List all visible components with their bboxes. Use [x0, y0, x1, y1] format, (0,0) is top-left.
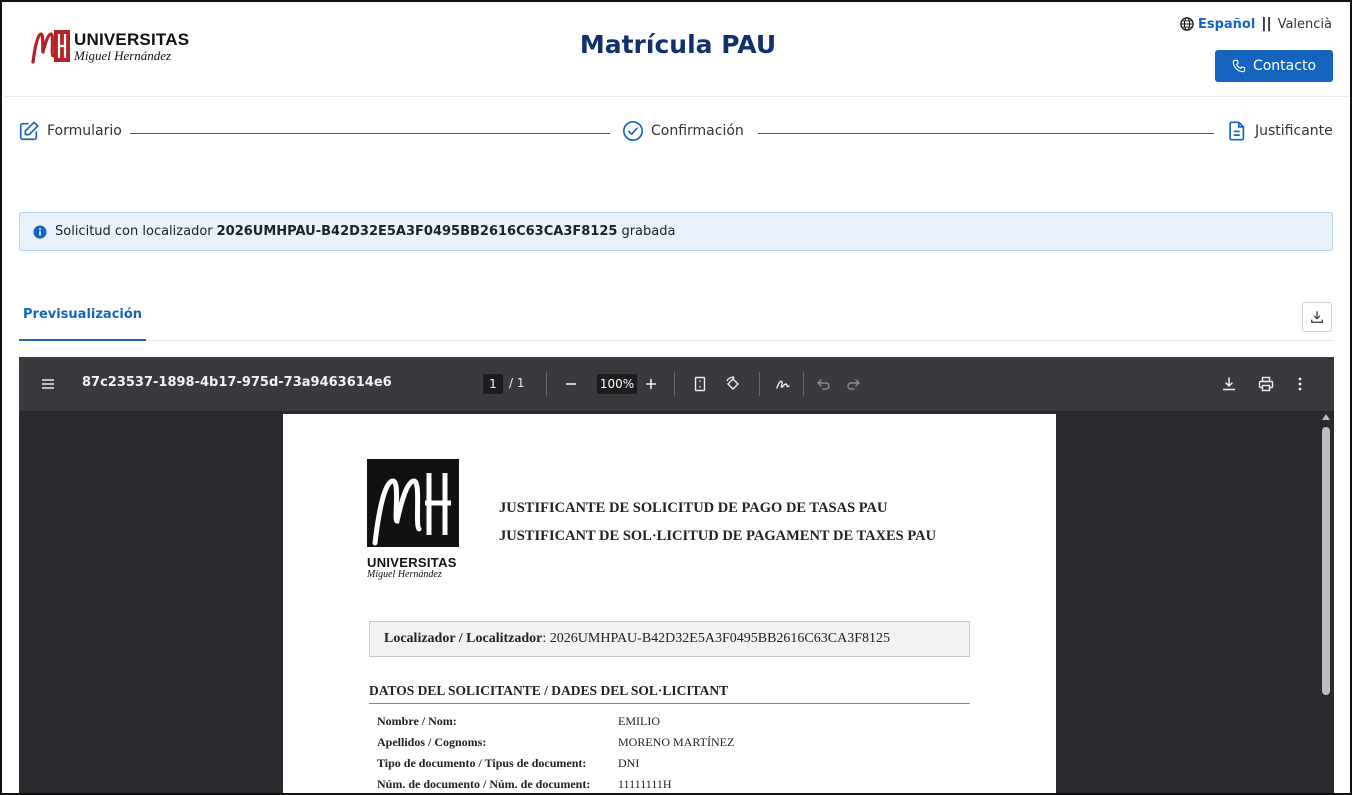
- plus-icon: [646, 379, 656, 389]
- pdf-heading-va: JUSTIFICANT DE SOL·LICITUD DE PAGAMENT D…: [499, 528, 937, 544]
- pdf-toolbar: 87c23537-1898-4b17-975d-73a9463614e6 1 /…: [19, 357, 1334, 411]
- scroll-up-arrow-icon[interactable]: [1322, 414, 1330, 420]
- alert-locator: 2026UMHPAU-B42D32E5A3F0495BB2616C63CA3F8…: [216, 224, 618, 239]
- draw-button[interactable]: [775, 376, 791, 392]
- pdf-field-row: Núm. de documento / Núm. de document: 11…: [377, 777, 977, 793]
- pdf-field-row: Tipo de documento / Tipus de document: D…: [377, 756, 977, 777]
- info-icon: [33, 224, 47, 239]
- edit-icon: [19, 121, 39, 141]
- pdf-scrollbar[interactable]: [1318, 411, 1334, 793]
- lang-espanol-link[interactable]: Español: [1198, 17, 1255, 32]
- step-justificante-label: Justificante: [1255, 123, 1333, 139]
- fit-page-button[interactable]: [692, 376, 708, 392]
- pdf-field-value: EMILIO: [618, 714, 660, 728]
- draw-signature-icon: [776, 380, 790, 389]
- toolbar-divider: [803, 372, 804, 396]
- pdf-field-label: Nombre / Nom:: [377, 714, 457, 728]
- contact-button[interactable]: Contacto: [1215, 50, 1333, 82]
- progress-stepper: Formulario Confirmación Justificante: [18, 120, 1334, 148]
- more-vertical-icon: [1298, 377, 1302, 391]
- more-options-button[interactable]: [1292, 376, 1308, 392]
- undo-icon: [817, 379, 830, 390]
- pdf-field-value: MORENO MARTÍNEZ: [618, 735, 735, 749]
- minus-icon: [566, 383, 576, 385]
- pdf-locator-box: Localizador / Localitzador: 2026UMHPAU-B…: [369, 621, 970, 657]
- success-alert: Solicitud con localizador 2026UMHPAU-B42…: [19, 212, 1333, 251]
- scroll-thumb[interactable]: [1322, 427, 1330, 695]
- toolbar-divider: [546, 372, 547, 396]
- zoom-in-button[interactable]: [643, 376, 659, 392]
- pdf-field-label: Núm. de documento / Núm. de document:: [377, 777, 591, 791]
- pdf-field-label: Tipo de documento / Tipus de document:: [377, 756, 587, 770]
- undo-button[interactable]: [816, 376, 832, 392]
- app-frame: UNIVERSITAS Miguel Hernández Matrícula P…: [0, 0, 1352, 795]
- step-formulario: Formulario: [18, 120, 122, 142]
- pdf-section-title: DATOS DEL SOLICITANTE / DADES DEL SOL·LI…: [369, 683, 970, 704]
- alert-suffix: grabada: [621, 224, 676, 239]
- pdf-locator-label: Localizador / Localitzador: [384, 631, 543, 646]
- step-justificante: Justificante: [1226, 120, 1333, 142]
- print-button[interactable]: [1258, 376, 1274, 392]
- step-confirmacion-label: Confirmación: [651, 123, 744, 139]
- lang-separator: ||: [1261, 16, 1272, 32]
- check-circle-icon: [623, 121, 643, 141]
- download-button[interactable]: [1302, 302, 1332, 332]
- fit-page-icon: [694, 376, 706, 392]
- page-number-input[interactable]: 1: [483, 374, 503, 394]
- header: UNIVERSITAS Miguel Hernández Matrícula P…: [4, 4, 1350, 97]
- pdf-download-button[interactable]: [1221, 376, 1237, 392]
- stepper-line-2: [758, 133, 1214, 134]
- contact-button-label: Contacto: [1252, 58, 1317, 74]
- pdf-logo-line1: UNIVERSITAS: [367, 555, 457, 570]
- pdf-applicant-fields: Nombre / Nom: EMILIO Apellidos / Cognoms…: [377, 714, 977, 793]
- pdf-field-row: Apellidos / Cognoms: MORENO MARTÍNEZ: [377, 735, 977, 756]
- pdf-heading-es: JUSTIFICANTE DE SOLICITUD DE PAGO DE TAS…: [499, 500, 888, 516]
- pdf-umh-logo: UNIVERSITAS Miguel Hernández: [367, 459, 459, 580]
- pdf-filename: 87c23537-1898-4b17-975d-73a9463614e6: [82, 375, 392, 390]
- stepper-line-1: [130, 133, 610, 134]
- redo-icon: [847, 379, 860, 390]
- umh-logo-mark-icon: [367, 459, 459, 547]
- step-formulario-label: Formulario: [47, 123, 122, 139]
- pdf-page: UNIVERSITAS Miguel Hernández JUSTIFICANT…: [283, 414, 1056, 793]
- download-icon: [1223, 377, 1235, 391]
- pdf-locator-value: : 2026UMHPAU-B42D32E5A3F0495BB2616C63CA3…: [542, 631, 890, 646]
- print-icon: [1258, 376, 1274, 392]
- page-total: / 1: [509, 376, 525, 390]
- document-icon: [1229, 121, 1245, 141]
- language-switcher: Español || Valencià: [1180, 16, 1332, 32]
- download-icon: [1311, 311, 1323, 323]
- globe-icon: [1180, 17, 1194, 31]
- redo-button[interactable]: [845, 376, 861, 392]
- pdf-field-value: DNI: [618, 756, 640, 770]
- tab-previsualizacion[interactable]: Previsualización: [19, 299, 147, 341]
- step-confirmacion: Confirmación: [622, 120, 744, 142]
- page-title: Matrícula PAU: [579, 30, 777, 59]
- pdf-field-label: Apellidos / Cognoms:: [377, 735, 487, 749]
- lang-valencia-link[interactable]: Valencià: [1278, 17, 1332, 32]
- pdf-menu-button[interactable]: [39, 375, 57, 393]
- toolbar-divider: [674, 372, 675, 396]
- alert-prefix: Solicitud con localizador: [55, 224, 213, 239]
- pdf-viewer: 87c23537-1898-4b17-975d-73a9463614e6 1 /…: [19, 357, 1334, 793]
- zoom-level-input[interactable]: 100%: [597, 374, 637, 394]
- pdf-logo-line2: Miguel Hernández: [367, 569, 442, 580]
- preview-tabs: Previsualización: [19, 299, 1333, 341]
- toolbar-divider: [759, 372, 760, 396]
- phone-icon: [1232, 59, 1246, 73]
- rotate-icon: [726, 376, 739, 390]
- zoom-out-button[interactable]: [563, 376, 579, 392]
- pdf-scroll-area[interactable]: UNIVERSITAS Miguel Hernández JUSTIFICANT…: [19, 411, 1334, 793]
- pdf-field-row: Nombre / Nom: EMILIO: [377, 714, 977, 735]
- hamburger-menu-icon: [42, 379, 54, 389]
- rotate-button[interactable]: [725, 376, 741, 392]
- pdf-field-value: 11111111H: [618, 777, 672, 791]
